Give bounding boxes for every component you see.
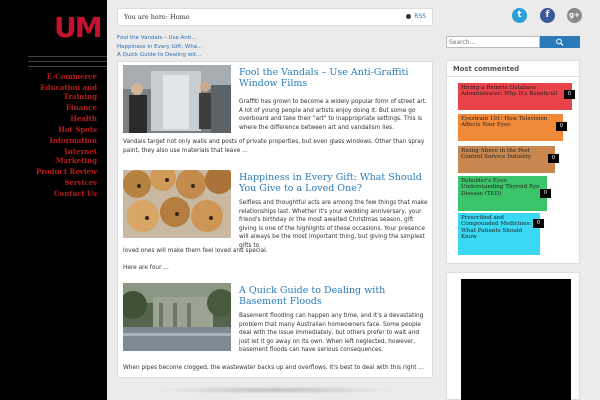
post-excerpt: Graffiti has grown to become a widely po… [239,99,427,131]
decorative-shadow [150,386,400,394]
post-thumbnail[interactable] [123,65,231,133]
post-title[interactable]: Happiness in Every Gift: What Should You… [239,172,431,194]
post-list: Fool the Vandals – Use Anti-Graffiti Win… [117,61,433,378]
post-excerpt-continued: When pipes become clogged, the wastewate… [123,365,424,371]
most-commented-widget: Most commented Hiring a Remote Database … [446,60,580,264]
comment-count-badge: 0 [564,90,575,99]
most-commented-item[interactable]: Rising Above in the Pest Control Service… [458,146,555,173]
google-plus-icon[interactable]: g+ [567,8,582,23]
nav-item-hot-spots[interactable]: Hot Spots [36,125,97,134]
nav-item-internet[interactable]: Internet [36,147,97,156]
post-item: A Quick Guide to Dealing with Basement F… [123,283,429,377]
comment-count-badge: 0 [533,219,544,228]
ad-placeholder[interactable] [461,279,571,400]
search-button[interactable] [540,36,580,48]
comment-count-badge: 0 [556,122,567,131]
widget-title: Most commented [453,65,520,73]
facebook-icon[interactable]: f [540,8,555,23]
post-item: Fool the Vandals – Use Anti-Graffiti Win… [123,65,429,165]
nav-item-health[interactable]: Health [36,114,97,123]
widget-divider [447,76,579,77]
nav-item-marketing[interactable]: Marketing [36,156,97,165]
nav-item-product-review[interactable]: Product Review [36,167,97,176]
rss-icon [406,14,412,19]
post-item: Happiness in Every Gift: What Should You… [123,170,429,280]
search-input[interactable] [446,36,540,48]
most-commented-item[interactable]: Hiring a Remote Database Administrator: … [458,83,572,110]
post-thumbnail[interactable] [123,170,231,238]
post-excerpt-continued: loved ones will make them feel loved and… [123,248,268,254]
most-commented-item[interactable]: Prescribed and Compounded Medicines: Wha… [458,213,540,255]
nav-item-training[interactable]: Training [36,92,97,101]
recent-link[interactable]: Fool the Vandals – Use Anti... [117,34,202,43]
breadcrumb-text: You are here: Home [124,13,190,21]
post-excerpt: Selfless and thoughtful acts are among t… [239,200,428,249]
comment-count-badge: 0 [548,154,559,163]
ad-widget [446,272,580,400]
comment-count-badge: 0 [540,189,551,198]
recent-link[interactable]: Happiness in Every Gift: Wha... [117,43,202,52]
recent-link[interactable]: A Quick Guide to Dealing wit... [117,51,202,60]
post-excerpt-continued: Vandals target not only walls and posts … [123,139,425,154]
post-title[interactable]: Fool the Vandals – Use Anti-Graffiti Win… [239,67,431,89]
nav-item-contact-us[interactable]: Contact Us [36,189,97,198]
most-commented-item[interactable]: Beholder's Eyes: Understanding Thyroid E… [458,176,547,211]
nav-item-ecommerce[interactable]: E-Commerce [36,72,97,81]
rss-link[interactable]: RSS [406,9,426,25]
breadcrumb: You are here: Home RSS [117,8,433,26]
nav-item-education[interactable]: Education and [36,83,97,92]
search-icon [556,38,564,46]
post-thumbnail[interactable] [123,283,231,351]
nav-item-services[interactable]: Services [36,178,97,187]
left-sidebar: UM E-Commerce Education and Training Fin… [0,0,107,400]
post-excerpt: Basement flooding can happen any time, a… [239,313,424,354]
nav-item-finance[interactable]: Finance [36,103,97,112]
site-logo[interactable]: UM [54,14,103,42]
recent-links: Fool the Vandals – Use Anti... Happiness… [117,34,202,60]
twitter-icon[interactable]: t [512,8,527,23]
read-more-text: Here are four ... [123,265,169,271]
most-commented-item[interactable]: Eyestrain 101: How Television Affects Yo… [458,114,563,141]
rss-label: RSS [414,13,426,20]
logo-divider [28,56,107,71]
post-title[interactable]: A Quick Guide to Dealing with Basement F… [239,285,431,307]
nav-item-information[interactable]: Information [36,136,97,145]
main-nav: E-Commerce Education and Training Financ… [36,72,97,200]
